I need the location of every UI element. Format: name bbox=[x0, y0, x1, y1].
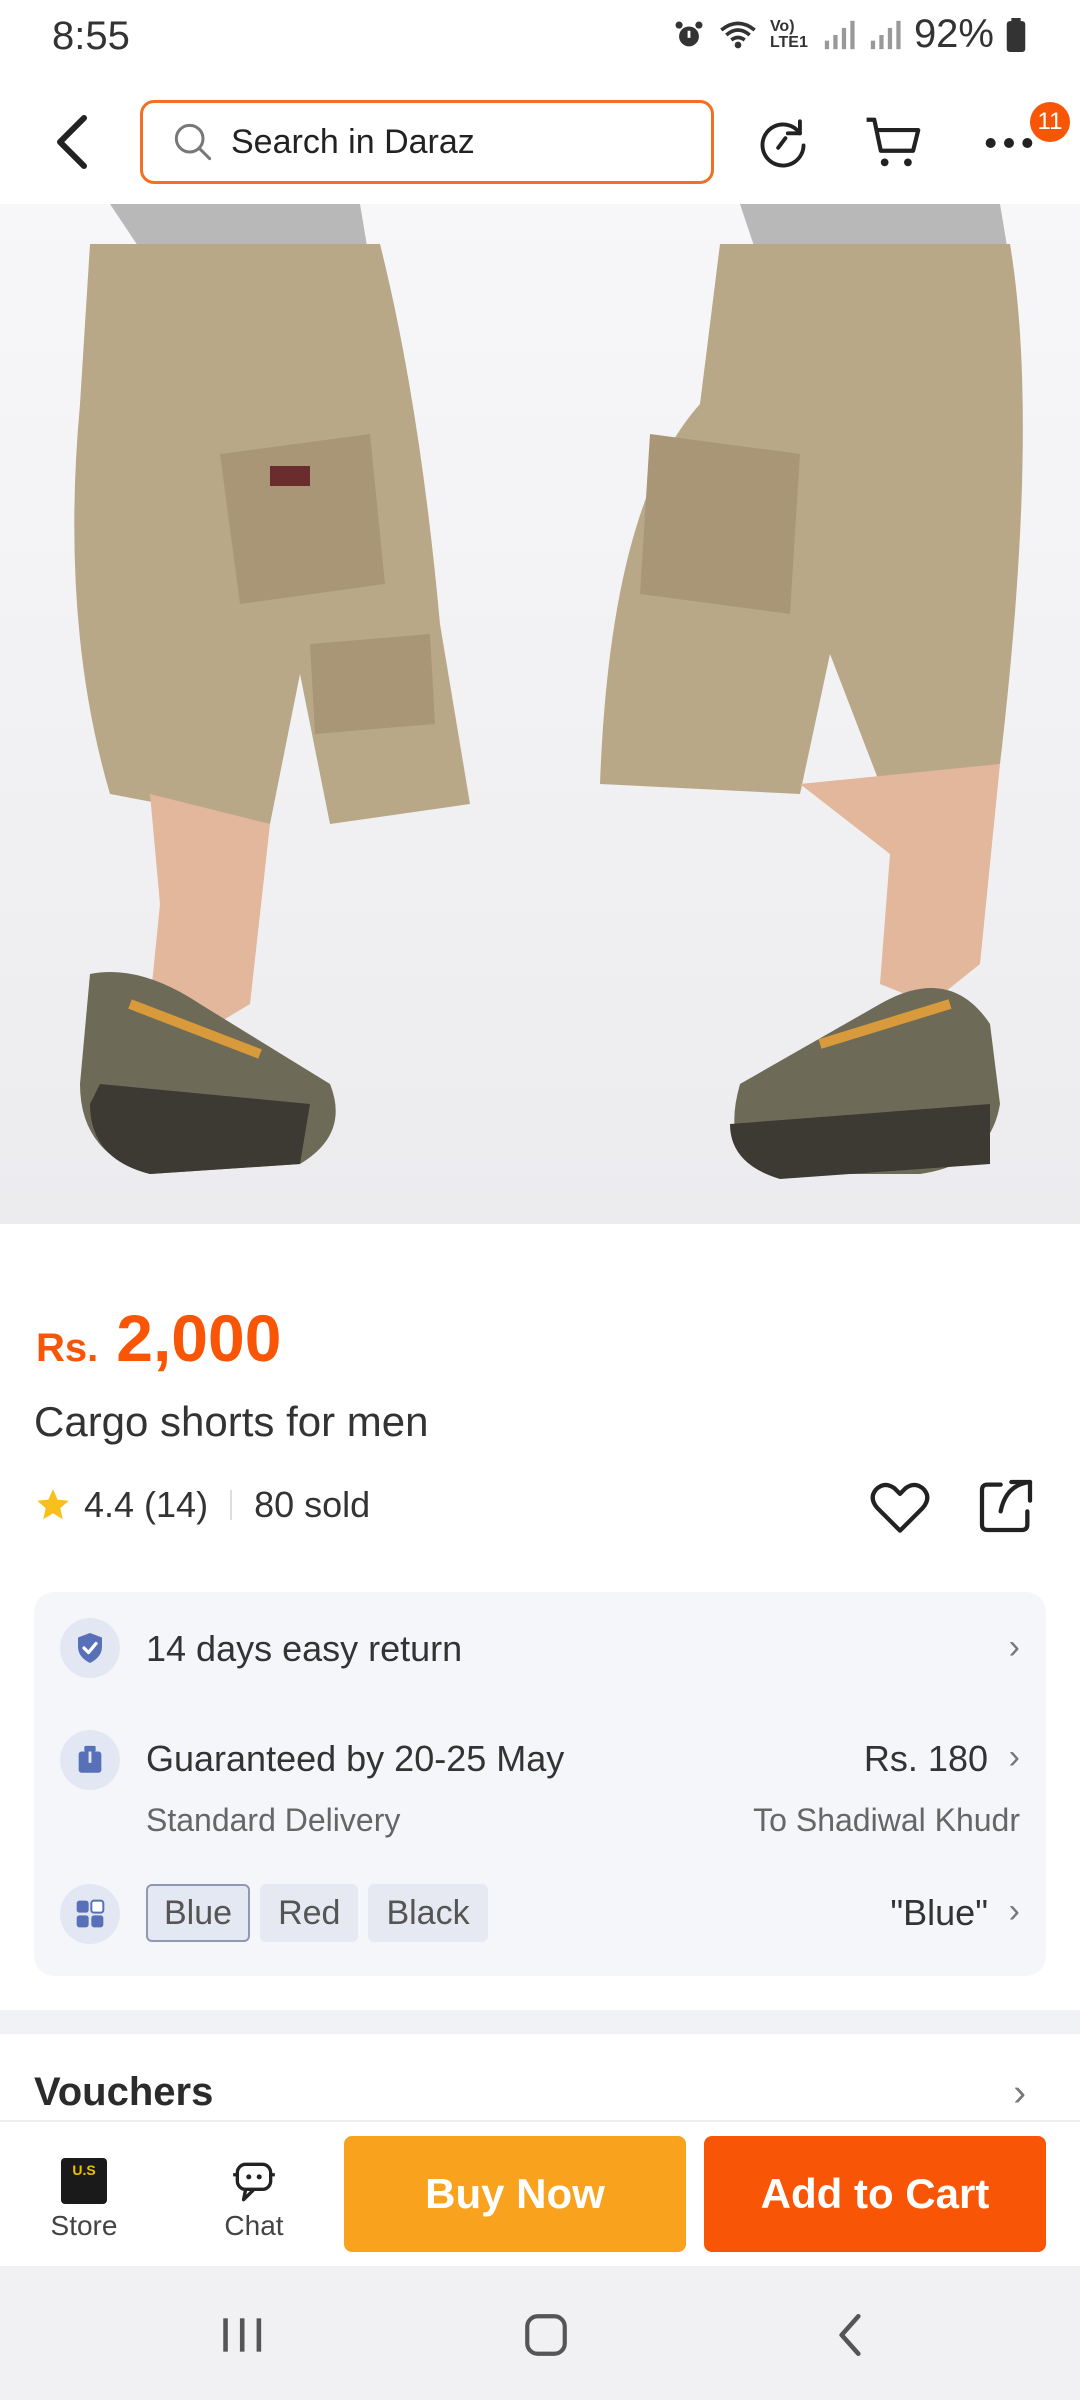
divider bbox=[230, 1490, 233, 1520]
variant-chip-black[interactable]: Black bbox=[368, 1884, 488, 1942]
store-label: Store bbox=[50, 2210, 118, 2241]
system-nav-bar bbox=[0, 2266, 1080, 2400]
delivery-date: Guaranteed by 20-25 May bbox=[146, 1738, 565, 1779]
store-logo-icon: U.S bbox=[61, 2158, 107, 2204]
delivery-fee: Rs. 180 bbox=[863, 1738, 988, 1779]
search-input[interactable]: Search in Daraz bbox=[140, 100, 714, 184]
sold-count: 80 sold bbox=[254, 1484, 371, 1525]
price-amount: 2,000 bbox=[116, 1301, 282, 1375]
share-icon bbox=[979, 1479, 1033, 1533]
status-bar: 8:55 Vo) LTE1 92% bbox=[0, 0, 1080, 80]
section-divider bbox=[0, 2010, 1080, 2034]
recent-apps-button[interactable] bbox=[202, 2300, 282, 2370]
vouchers-title[interactable]: Vouchers bbox=[34, 2070, 213, 2115]
refresh-icon bbox=[760, 119, 806, 168]
signal-icon bbox=[824, 20, 855, 49]
rating-count: (14) bbox=[144, 1484, 209, 1525]
product-title: Cargo shorts for men bbox=[34, 1398, 429, 1445]
heart-icon bbox=[870, 1482, 930, 1533]
wishlist-button[interactable] bbox=[866, 1474, 934, 1542]
header: Search in Daraz 11 bbox=[0, 90, 1080, 194]
battery-percent: 92% bbox=[913, 12, 994, 56]
chat-label: Chat bbox=[224, 2210, 284, 2241]
refresh-button[interactable] bbox=[748, 108, 818, 178]
search-placeholder: Search in Daraz bbox=[231, 122, 475, 161]
share-button[interactable] bbox=[974, 1474, 1042, 1542]
status-icons: Vo) LTE1 92% bbox=[672, 12, 1026, 57]
back-button[interactable] bbox=[40, 110, 104, 174]
store-button[interactable]: U.S Store bbox=[40, 2158, 128, 2242]
home-icon bbox=[525, 2314, 567, 2356]
chat-icon bbox=[233, 2162, 275, 2202]
cart-badge: 11 bbox=[1030, 102, 1070, 142]
chevron-right-icon: › bbox=[1008, 1892, 1020, 1930]
home-button[interactable] bbox=[506, 2300, 586, 2370]
bottom-action-bar: U.S Store Chat Buy Now Add to Cart bbox=[0, 2120, 1080, 2266]
delivery-row[interactable]: Guaranteed by 20-25 May Standard Deliver… bbox=[34, 1702, 1046, 1852]
chat-button[interactable]: Chat bbox=[210, 2158, 298, 2242]
system-back-button[interactable] bbox=[810, 2300, 890, 2370]
cart-icon bbox=[866, 117, 921, 167]
product-price: Rs. 2,000 bbox=[36, 1300, 281, 1376]
delivery-info-card: 14 days easy return › Guaranteed by 20-2… bbox=[34, 1592, 1046, 1976]
return-policy-row[interactable]: 14 days easy return › bbox=[34, 1592, 1046, 1702]
shield-check-icon bbox=[60, 1618, 120, 1678]
chevron-right-icon: › bbox=[1008, 1628, 1020, 1666]
price-currency: Rs. bbox=[36, 1326, 99, 1370]
selected-variant: "Blue" bbox=[890, 1892, 988, 1933]
variant-chips: Blue Red Black bbox=[146, 1884, 498, 1942]
signal-icon-2 bbox=[870, 20, 901, 49]
wifi-icon bbox=[720, 21, 756, 48]
return-text: 14 days easy return bbox=[146, 1628, 463, 1669]
delivery-box-icon bbox=[60, 1730, 120, 1790]
buy-now-button[interactable]: Buy Now bbox=[344, 2136, 686, 2252]
variant-chip-blue[interactable]: Blue bbox=[146, 1884, 251, 1942]
recent-apps-icon bbox=[223, 2318, 262, 2352]
battery-icon bbox=[1006, 17, 1026, 52]
variants-grid-icon bbox=[60, 1884, 120, 1944]
product-image[interactable] bbox=[0, 204, 1080, 1224]
rating-row[interactable]: 4.4 (14) 80 sold bbox=[34, 1484, 370, 1526]
chevron-right-icon: › bbox=[1008, 1738, 1020, 1776]
chevron-right-icon[interactable]: › bbox=[1013, 2072, 1026, 2115]
system-back-icon bbox=[839, 2313, 861, 2357]
back-arrow-icon bbox=[57, 115, 87, 169]
more-icon bbox=[985, 138, 1033, 148]
alarm-icon bbox=[675, 21, 703, 46]
variant-row[interactable]: Blue Red Black "Blue" › bbox=[34, 1852, 1046, 1976]
delivery-type: Standard Delivery bbox=[146, 1802, 401, 1838]
delivery-destination: To Shadiwal Khudr bbox=[753, 1802, 1020, 1838]
add-to-cart-button[interactable]: Add to Cart bbox=[704, 2136, 1046, 2252]
search-icon bbox=[174, 123, 212, 161]
cargo-shorts-image bbox=[0, 204, 1080, 1224]
star-icon bbox=[37, 1489, 69, 1520]
rating-value: 4.4 bbox=[84, 1484, 135, 1525]
variant-chip-red[interactable]: Red bbox=[260, 1884, 359, 1942]
cart-button[interactable] bbox=[860, 108, 930, 178]
network-label: Vo) LTE1 bbox=[769, 17, 808, 51]
status-time: 8:55 bbox=[52, 14, 130, 58]
